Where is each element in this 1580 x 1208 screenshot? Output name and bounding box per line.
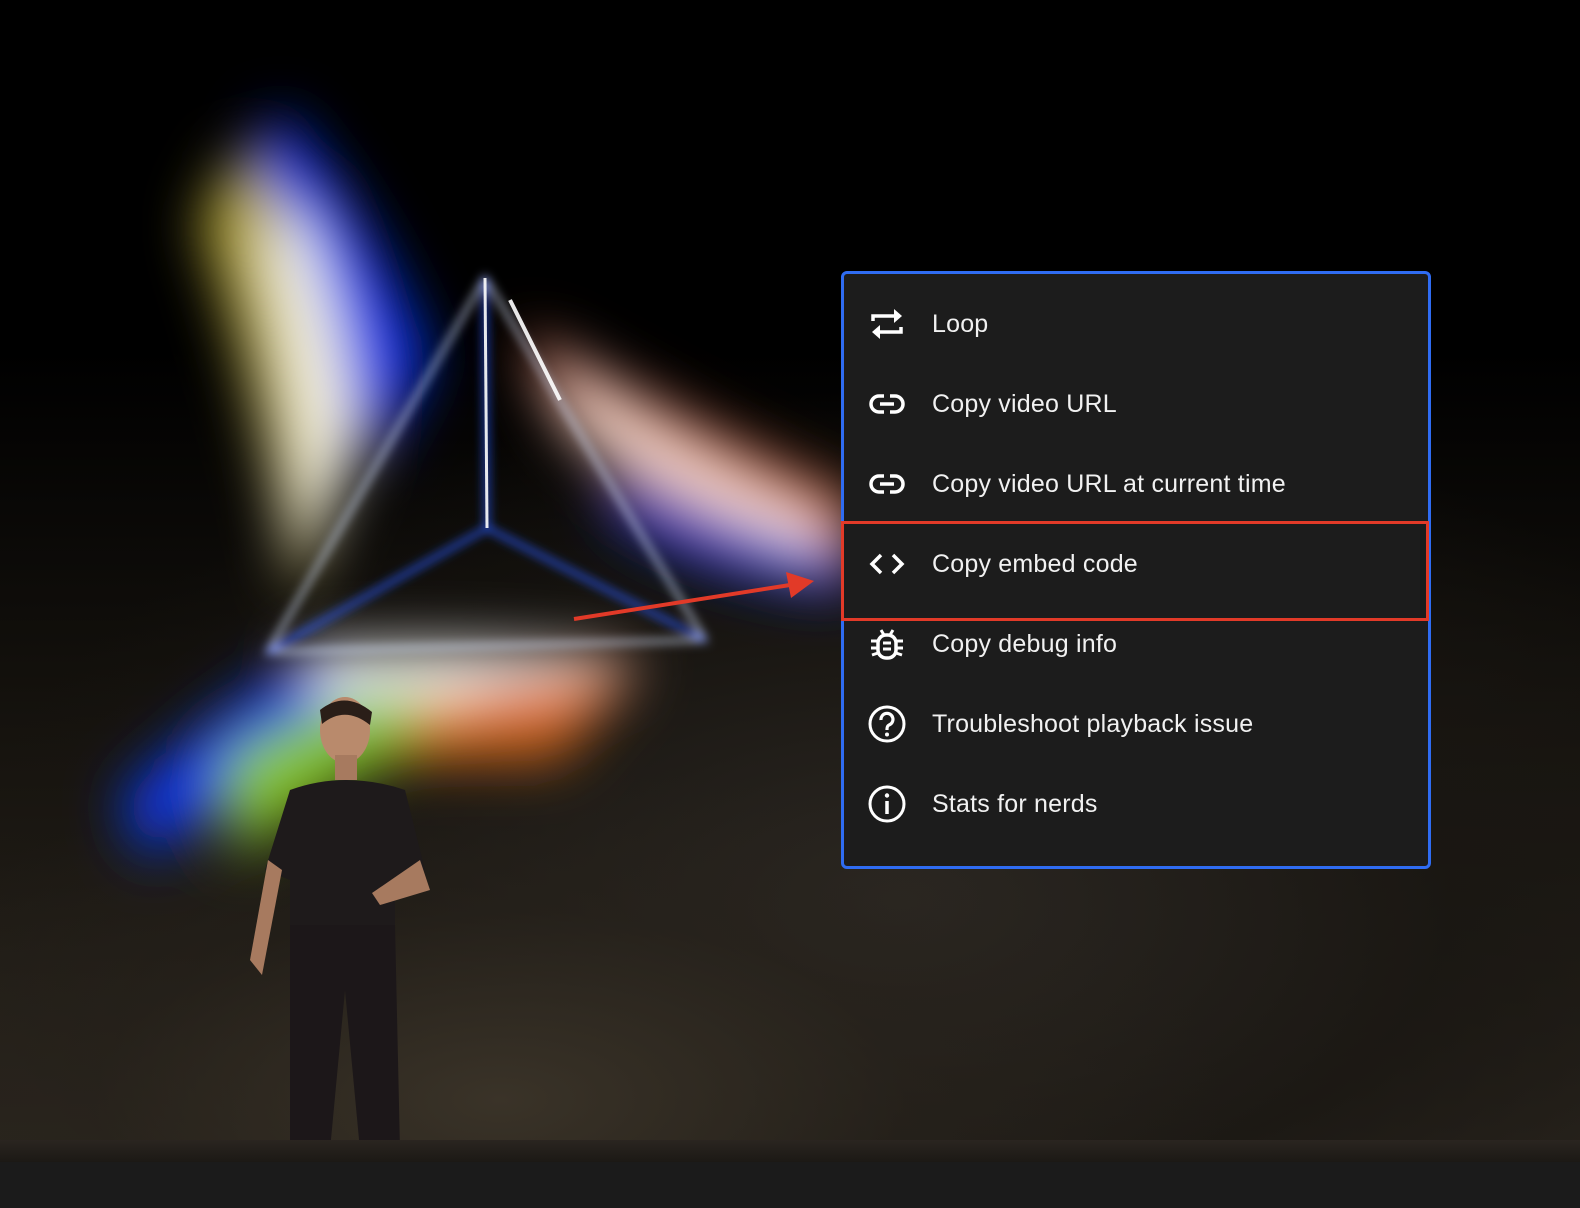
video-player[interactable]: Loop Copy video URL Copy video URL at cu… [0,0,1580,1208]
stage-floor [0,1140,1580,1162]
link-icon [867,384,907,424]
menu-item-label: Copy debug info [932,629,1118,658]
menu-item-label: Copy video URL at current time [932,469,1286,498]
menu-item-copy-video-url[interactable]: Copy video URL [844,364,1428,444]
player-context-menu: Loop Copy video URL Copy video URL at cu… [841,271,1431,869]
menu-item-troubleshoot-playback-issue[interactable]: Troubleshoot playback issue [844,684,1428,764]
embed-code-icon [867,544,907,584]
menu-item-label: Copy embed code [932,549,1138,578]
menu-item-stats-for-nerds[interactable]: Stats for nerds [844,764,1428,844]
menu-item-copy-video-url-at-current-time[interactable]: Copy video URL at current time [844,444,1428,524]
menu-item-label: Stats for nerds [932,789,1098,818]
bug-icon [867,624,907,664]
menu-item-label: Copy video URL [932,389,1117,418]
question-circle-icon [867,704,907,744]
loop-icon [867,304,907,344]
menu-item-copy-debug-info[interactable]: Copy debug info [844,604,1428,684]
menu-item-label: Loop [932,309,989,338]
menu-item-loop[interactable]: Loop [844,284,1428,364]
menu-item-label: Troubleshoot playback issue [932,709,1254,738]
link-icon [867,464,907,504]
player-control-bar[interactable] [0,1162,1580,1208]
info-circle-icon [867,784,907,824]
menu-item-copy-embed-code[interactable]: Copy embed code [844,524,1428,604]
